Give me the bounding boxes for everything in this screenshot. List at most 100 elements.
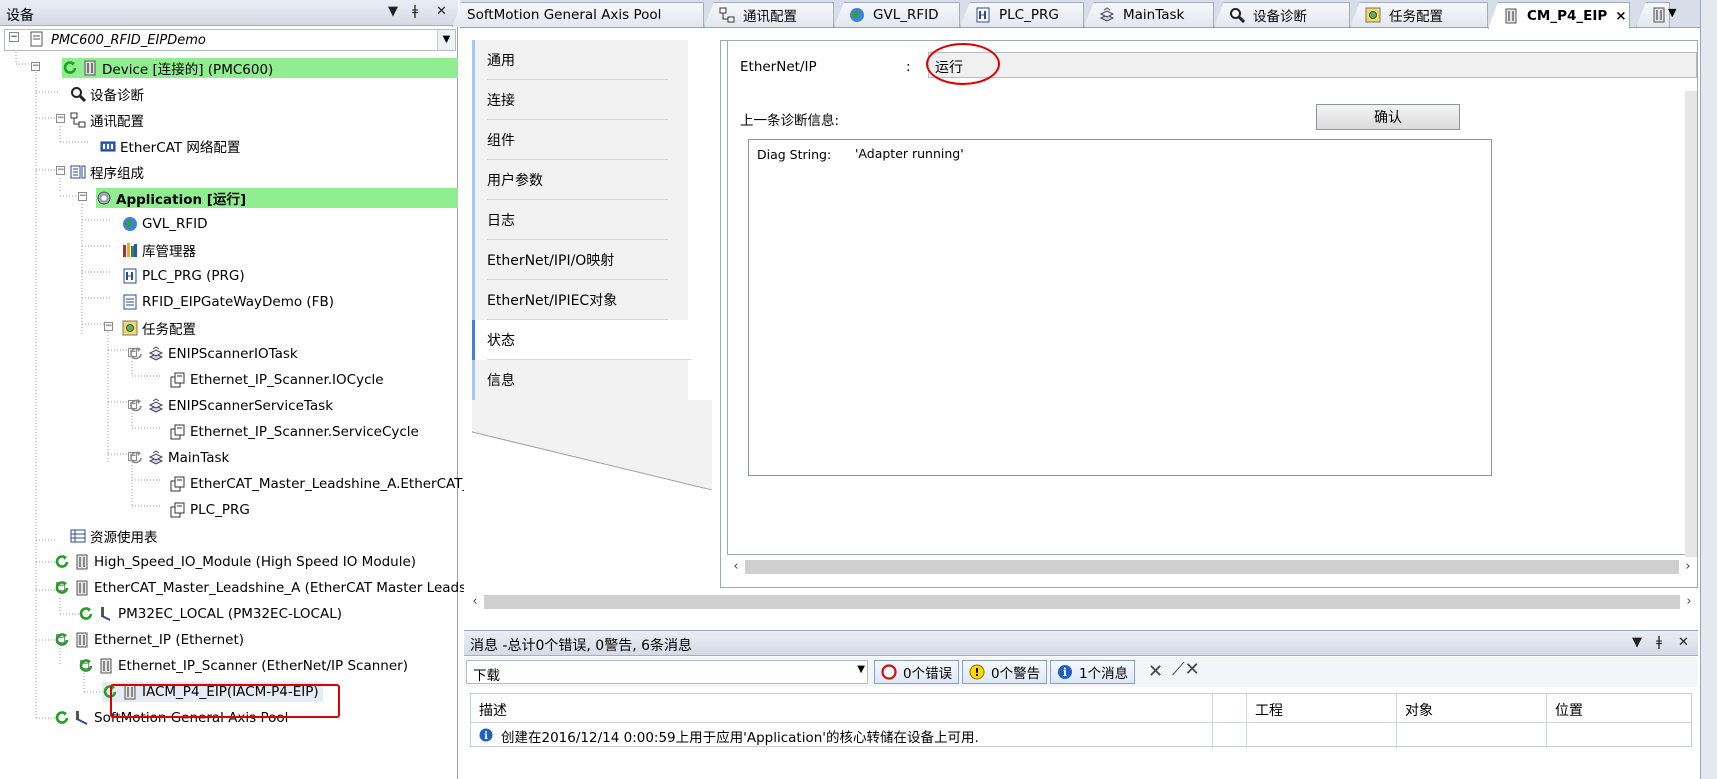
- tree-item-content[interactable]: 库管理器: [122, 240, 200, 260]
- tree-item-content[interactable]: PLC_PRG: [170, 500, 254, 520]
- chevron-down-icon[interactable]: ▼: [437, 30, 455, 50]
- tab-4[interactable]: PLC_PRG: [960, 2, 1084, 27]
- tab-3[interactable]: GVL_RFID: [834, 2, 960, 27]
- tree-item-content[interactable]: High_Speed_IO_Module (High Speed IO Modu…: [54, 552, 420, 572]
- tree-item[interactable]: GVL_RFID: [0, 212, 458, 236]
- tab-1[interactable]: SoftMotion General Axis Pool: [452, 2, 704, 27]
- side-tab-4[interactable]: 用户参数: [472, 160, 688, 200]
- scrollbar-thumb[interactable]: [484, 595, 1680, 609]
- tree-item-content[interactable]: EtherCAT 网络配置: [100, 136, 244, 156]
- tree-item[interactable]: − Application [运行]: [0, 186, 458, 210]
- panel-menu-arrow-icon[interactable]: ▼: [388, 4, 398, 19]
- tree-item[interactable]: Ethernet_IP_Scanner.ServiceCycle: [0, 420, 458, 444]
- scroll-right-icon[interactable]: ›: [1680, 592, 1698, 612]
- tree-item[interactable]: − 任务配置: [0, 316, 458, 340]
- clear-messages-icon[interactable]: ✕: [1148, 661, 1163, 682]
- message-filter-combobox[interactable]: 下载 ▼: [466, 660, 868, 684]
- side-tab-1[interactable]: 通用: [472, 40, 688, 80]
- tree-item[interactable]: 资源使用表: [0, 524, 458, 548]
- tree-item[interactable]: EtherCAT 网络配置: [0, 134, 458, 158]
- tree-item[interactable]: PLC_PRG: [0, 498, 458, 522]
- side-tab-2[interactable]: 连接: [472, 80, 688, 120]
- tab-2[interactable]: 通讯配置: [704, 2, 834, 27]
- tree-item[interactable]: − 通讯配置: [0, 108, 458, 132]
- side-tab-8[interactable]: 状态: [472, 320, 712, 360]
- tree-item[interactable]: − Ethernet_IP (Ethernet): [0, 628, 458, 652]
- errors-filter-button[interactable]: 0个错误: [874, 660, 960, 684]
- clear-all-icon[interactable]: ⟋✕: [1172, 659, 1200, 680]
- tree-item[interactable]: − 程序组成: [0, 160, 458, 184]
- tab-close-icon[interactable]: ×: [1615, 8, 1626, 24]
- tree-item[interactable]: − ENIPScannerIOTask: [0, 342, 458, 366]
- tree-item-content[interactable]: ENIPScannerIOTask: [128, 344, 302, 364]
- tab-menu-arrow-icon[interactable]: ▼: [1668, 6, 1676, 19]
- collapse-icon[interactable]: −: [104, 322, 113, 331]
- tree-item-content[interactable]: 通讯配置: [70, 110, 148, 130]
- tree-item-content[interactable]: Ethernet_IP_Scanner.ServiceCycle: [170, 422, 423, 442]
- tree-item[interactable]: 设备诊断: [0, 82, 458, 106]
- close-icon[interactable]: ✕: [436, 4, 447, 19]
- tree-item-content[interactable]: 程序组成: [70, 162, 148, 182]
- tree-item[interactable]: EtherCAT_Master_Leadshine_A.EtherCAT_: [0, 472, 469, 496]
- tree-item[interactable]: RFID_EIPGateWayDemo (FB): [0, 290, 458, 314]
- collapse-icon[interactable]: −: [31, 62, 40, 71]
- pin-icon[interactable]: ǂ: [1656, 635, 1662, 650]
- status-vertical-scrollbar[interactable]: [1685, 91, 1697, 561]
- close-icon[interactable]: ✕: [1678, 635, 1689, 650]
- table-row[interactable]: i 创建在2016/12/14 0:00:59上用于应用'Application…: [471, 722, 1213, 748]
- tree-item-content[interactable]: 任务配置: [122, 318, 200, 338]
- tree-item[interactable]: High_Speed_IO_Module (High Speed IO Modu…: [0, 550, 458, 574]
- editor-horizontal-scrollbar[interactable]: ‹ ›: [466, 592, 1698, 612]
- tree-item-content[interactable]: EtherCAT_Master_Leadshine_A (EtherCAT Ma…: [54, 578, 470, 598]
- scroll-right-icon[interactable]: ›: [1679, 557, 1697, 577]
- side-tab-7[interactable]: EtherNet/IPIEC对象: [472, 280, 688, 320]
- tree-item-content[interactable]: PM32EC_LOCAL (PM32EC-LOCAL): [78, 604, 346, 624]
- tree-item-content[interactable]: Device [连接的] (PMC600): [62, 58, 458, 78]
- side-tab-9[interactable]: 信息: [472, 360, 688, 400]
- tree-item-content[interactable]: ENIPScannerServiceTask: [128, 396, 337, 416]
- tree-item-content[interactable]: RFID_EIPGateWayDemo (FB): [122, 292, 338, 312]
- confirm-button[interactable]: 确认: [1316, 104, 1460, 130]
- tab-6[interactable]: 设备诊断: [1214, 2, 1350, 27]
- tree-item-content[interactable]: 设备诊断: [70, 84, 148, 104]
- column-header-project[interactable]: 工程: [1247, 694, 1397, 722]
- tab-8[interactable]: CM_P4_EIP ×: [1488, 2, 1630, 29]
- tree-item[interactable]: − MainTask: [0, 446, 458, 470]
- tree-item-content[interactable]: MainTask: [128, 448, 233, 468]
- tree-item[interactable]: − Device [连接的] (PMC600): [0, 56, 458, 80]
- warnings-filter-button[interactable]: ! 0个警告: [962, 660, 1048, 684]
- column-header-object[interactable]: 对象: [1397, 694, 1547, 722]
- column-header-position[interactable]: 位置: [1547, 694, 1691, 722]
- tab-overflow[interactable]: [1636, 2, 1670, 27]
- side-tab-3[interactable]: 组件: [472, 120, 688, 160]
- scroll-left-icon[interactable]: ‹: [466, 592, 484, 612]
- scrollbar-thumb[interactable]: [745, 560, 1679, 574]
- collapse-icon[interactable]: −: [78, 192, 87, 201]
- tree-item-content[interactable]: 资源使用表: [70, 526, 162, 546]
- collapse-icon[interactable]: −: [56, 166, 65, 175]
- scroll-left-icon[interactable]: ‹: [727, 557, 745, 577]
- tree-item[interactable]: − EtherCAT_Master_Leadshine_A (EtherCAT M…: [0, 576, 466, 600]
- pin-icon[interactable]: ǂ: [412, 4, 418, 19]
- tree-item[interactable]: − ENIPScannerServiceTask: [0, 394, 458, 418]
- status-horizontal-scrollbar[interactable]: ‹ ›: [727, 557, 1697, 577]
- chevron-down-icon[interactable]: ▼: [857, 664, 865, 675]
- tab-5[interactable]: MainTask: [1084, 2, 1214, 27]
- collapse-icon[interactable]: −: [56, 114, 65, 123]
- tree-item[interactable]: PLC_PRG (PRG): [0, 264, 458, 288]
- tree-item[interactable]: − Ethernet_IP_Scanner (EtherNet/IP Scanne…: [0, 654, 458, 678]
- tree-item-content[interactable]: Application [运行]: [96, 188, 458, 208]
- tree-item[interactable]: 库管理器: [0, 238, 458, 262]
- panel-menu-arrow-icon[interactable]: ▼: [1632, 635, 1642, 650]
- tree-item[interactable]: PM32EC_LOCAL (PM32EC-LOCAL): [0, 602, 458, 626]
- tree-item-content[interactable]: GVL_RFID: [122, 214, 212, 234]
- messages-filter-button[interactable]: i 1个消息: [1050, 660, 1136, 684]
- side-tab-6[interactable]: EtherNet/IPI/O映射: [472, 240, 688, 280]
- tree-item[interactable]: Ethernet_IP_Scanner.IOCycle: [0, 368, 458, 392]
- tree-item-content[interactable]: Ethernet_IP_Scanner.IOCycle: [170, 370, 388, 390]
- side-tab-5[interactable]: 日志: [472, 200, 688, 240]
- tree-item-content[interactable]: Ethernet_IP_Scanner (EtherNet/IP Scanner…: [78, 656, 412, 676]
- tree-item-content[interactable]: Ethernet_IP (Ethernet): [54, 630, 248, 650]
- tab-7[interactable]: 任务配置: [1350, 2, 1488, 27]
- tree-item-content[interactable]: EtherCAT_Master_Leadshine_A.EtherCAT_: [170, 474, 473, 494]
